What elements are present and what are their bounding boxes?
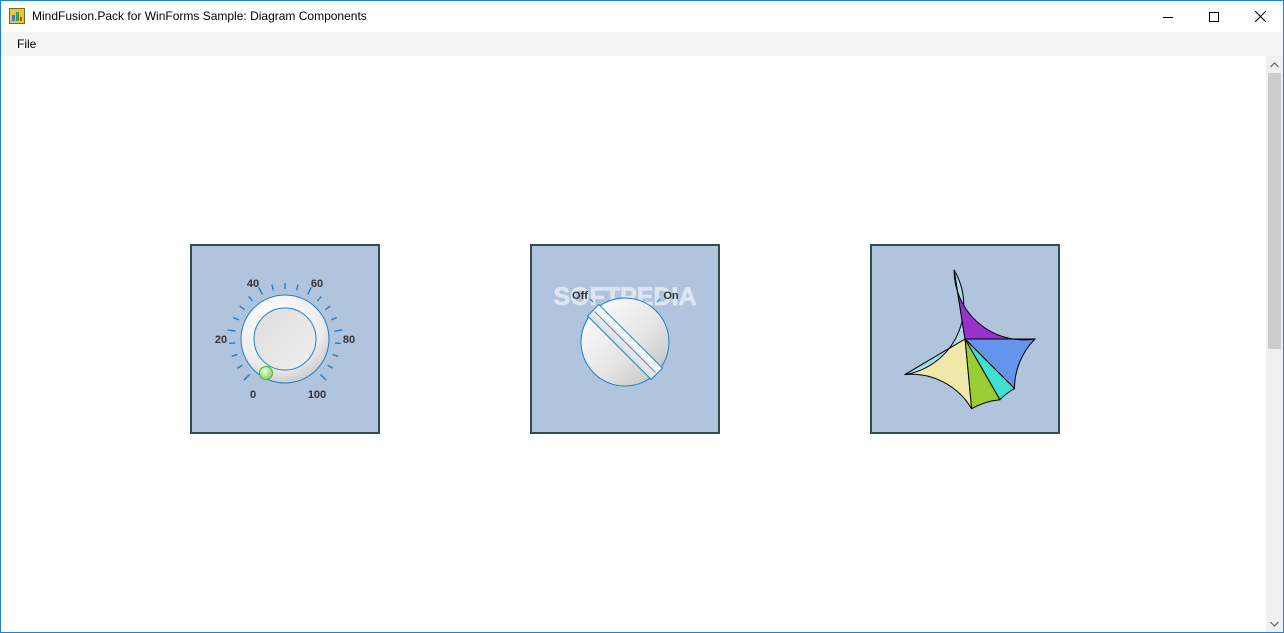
- knob-tick: [227, 329, 236, 332]
- chevron-down-icon: [1270, 621, 1279, 627]
- switch-on-label: On: [663, 290, 679, 302]
- menu-file[interactable]: File: [9, 32, 44, 56]
- knob-tick: [239, 305, 245, 311]
- knob-label-100: 100: [308, 389, 326, 401]
- pie-slice-3: [904, 338, 973, 409]
- knob-tick: [232, 316, 240, 321]
- knob-tick: [332, 353, 339, 357]
- knob-tick: [231, 353, 238, 357]
- knob-tick: [236, 364, 243, 369]
- close-icon: [1254, 11, 1266, 22]
- knob-tick: [327, 364, 334, 369]
- minimize-button[interactable]: [1145, 1, 1191, 32]
- knob-component[interactable]: 0 20 40 60 80 100: [190, 244, 380, 434]
- scroll-up-button[interactable]: [1266, 56, 1283, 73]
- knob-label-80: 80: [343, 334, 355, 346]
- knob-tick: [295, 284, 299, 291]
- knob-indicator[interactable]: [259, 366, 273, 380]
- knob-tick: [325, 305, 331, 311]
- knob-label-0: 0: [250, 389, 256, 401]
- diagram-canvas[interactable]: 0 20 40 60 80 100 SOFTPEDIA Off On: [1, 56, 1266, 632]
- window-title: MindFusion.Pack for WinForms Sample: Dia…: [32, 9, 367, 23]
- knob-tick: [258, 287, 263, 295]
- switch-graphic: SOFTPEDIA Off On: [553, 283, 697, 387]
- minimize-icon: [1163, 16, 1173, 18]
- scroll-thumb[interactable]: [1268, 73, 1281, 349]
- knob-label-60: 60: [311, 278, 323, 290]
- knob-tick: [316, 295, 322, 302]
- knob-tick: [334, 329, 343, 332]
- chevron-up-icon: [1270, 61, 1279, 67]
- scroll-down-button[interactable]: [1266, 615, 1283, 632]
- menu-bar: File: [1, 32, 1283, 56]
- knob-tick: [271, 284, 275, 291]
- knob-graphic: 0 20 40 60 80 100: [215, 278, 355, 401]
- knob-tick: [248, 295, 254, 302]
- pie-slice-5: [953, 269, 1036, 341]
- app-icon: [9, 8, 25, 24]
- knob-tick: [330, 316, 338, 321]
- switch-component[interactable]: SOFTPEDIA Off On: [530, 244, 720, 434]
- knob-label-20: 20: [215, 334, 227, 346]
- maximize-button[interactable]: [1191, 1, 1237, 32]
- knob-tick: [319, 373, 327, 381]
- knob-face: [253, 307, 317, 371]
- maximize-icon: [1209, 11, 1219, 22]
- vertical-scrollbar[interactable]: [1266, 56, 1283, 632]
- switch-off-label: Off: [572, 290, 588, 302]
- pie-chart-component[interactable]: [870, 244, 1060, 434]
- pie-chart: [904, 269, 1037, 410]
- app-window: MindFusion.Pack for WinForms Sample: Dia…: [0, 0, 1284, 633]
- close-button[interactable]: [1237, 1, 1283, 32]
- knob-tick: [243, 373, 251, 381]
- title-bar[interactable]: MindFusion.Pack for WinForms Sample: Dia…: [1, 1, 1283, 32]
- knob-label-40: 40: [247, 278, 259, 290]
